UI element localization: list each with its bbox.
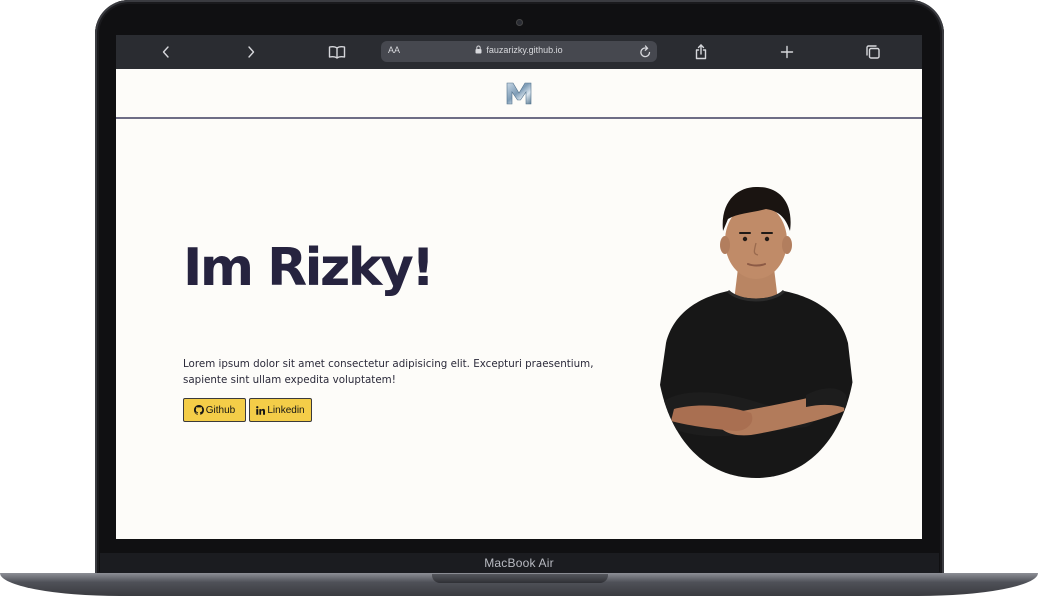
forward-button[interactable] xyxy=(238,40,264,64)
browser-window: AA fauzarizky.github.io M Im Rizky! Lore… xyxy=(116,35,922,539)
linkedin-button[interactable]: Linkedin xyxy=(249,398,312,422)
chevron-left-icon xyxy=(162,46,169,58)
chevron-right-icon xyxy=(248,46,255,58)
site-header: M xyxy=(116,69,922,119)
url-display: fauzarizky.github.io xyxy=(381,45,657,55)
linkedin-label: Linkedin xyxy=(267,404,305,416)
share-button[interactable] xyxy=(688,40,714,64)
camera-dot xyxy=(516,19,523,26)
hero-title: Im Rizky! xyxy=(183,238,435,298)
tabs-icon xyxy=(866,45,880,59)
url-text: fauzarizky.github.io xyxy=(486,45,563,55)
reload-icon xyxy=(640,45,651,58)
device-label: MacBook Air xyxy=(484,556,554,570)
site-logo[interactable]: M xyxy=(505,80,533,106)
logo-letter: M xyxy=(518,101,520,103)
book-icon xyxy=(328,46,346,59)
plus-icon xyxy=(780,45,794,59)
lock-icon xyxy=(475,45,482,54)
back-button[interactable] xyxy=(153,40,179,64)
github-button[interactable]: Github xyxy=(183,398,246,422)
hero-description: Lorem ipsum dolor sit amet consectetur a… xyxy=(183,358,594,386)
new-tab-button[interactable] xyxy=(774,40,800,64)
browser-toolbar: AA fauzarizky.github.io xyxy=(116,35,922,69)
github-icon xyxy=(193,405,204,415)
laptop-notch xyxy=(432,574,608,583)
github-label: Github xyxy=(205,404,236,416)
tabs-button[interactable] xyxy=(860,40,886,64)
profile-photo xyxy=(656,186,856,478)
reload-button[interactable] xyxy=(639,44,652,63)
address-bar[interactable]: AA fauzarizky.github.io xyxy=(381,41,657,62)
share-icon xyxy=(695,44,707,60)
bookmarks-button[interactable] xyxy=(324,40,350,64)
linkedin-icon xyxy=(256,405,266,415)
